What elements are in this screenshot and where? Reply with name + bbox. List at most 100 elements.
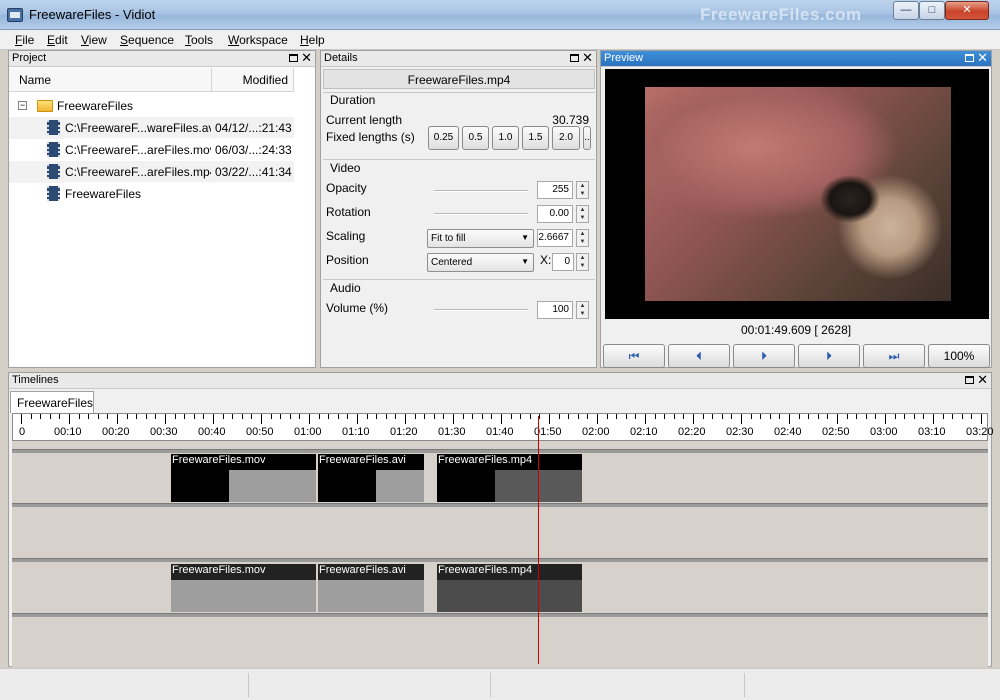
fixed-length-more-button[interactable]: .. [583, 126, 591, 150]
ruler-tick [126, 414, 128, 419]
opacity-stepper[interactable]: ▲ ▼ [576, 181, 589, 199]
next-frame-button[interactable]: ⏵ [798, 344, 860, 368]
close-button[interactable]: ✕ [945, 1, 989, 20]
clip-label: FreewareFiles.mov [172, 454, 266, 466]
close-icon[interactable]: ✕ [301, 50, 312, 66]
opacity-slider[interactable] [434, 190, 528, 192]
ruler-tick [597, 414, 598, 424]
audio-clip[interactable]: FreewareFiles.mp4 [437, 564, 582, 612]
tab-sequence[interactable]: FreewareFiles [10, 391, 94, 413]
tree-file-row[interactable]: C:\FreewareF...areFiles.mp4 03/22/...:41… [9, 161, 295, 183]
ruler-label: 00:30 [150, 426, 178, 438]
tree-file-row[interactable]: C:\FreewareF...areFiles.mov 06/03/...:24… [9, 139, 295, 161]
menu-file[interactable]: File [15, 33, 34, 47]
ruler-tick [712, 414, 714, 419]
position-x-label: X: [540, 253, 552, 267]
ruler-label: 00:20 [102, 426, 130, 438]
rotation-input[interactable]: 0.00 [537, 205, 573, 223]
float-icon[interactable] [570, 54, 579, 62]
ruler-tick [568, 414, 570, 419]
track-divider[interactable] [12, 558, 988, 562]
ruler-label: 01:20 [390, 426, 418, 438]
track-divider[interactable] [12, 449, 988, 453]
ruler-tick [837, 414, 838, 424]
go-to-end-button[interactable]: ⏭ [863, 344, 925, 368]
float-icon[interactable] [965, 54, 974, 62]
ruler-tick [856, 414, 858, 419]
previous-frame-button[interactable]: ⏴ [668, 344, 730, 368]
menu-workspace[interactable]: Workspace [228, 33, 288, 47]
video-clip[interactable]: FreewareFiles.mov [171, 454, 316, 502]
ruler-tick [289, 414, 291, 419]
ruler-label: 02:30 [726, 426, 754, 438]
float-icon[interactable] [965, 376, 974, 384]
menu-edit[interactable]: Edit [47, 33, 68, 47]
ruler-tick [606, 414, 608, 419]
scaling-label: Scaling [326, 229, 366, 243]
column-modified[interactable]: Modified [212, 68, 294, 92]
video-clip[interactable]: FreewareFiles.avi [318, 454, 424, 502]
fixed-length-button[interactable]: 1.0 [492, 126, 519, 150]
ruler-tick [136, 414, 138, 419]
audio-waveform [171, 580, 316, 612]
ruler-tick [923, 414, 925, 419]
ruler-tick [328, 414, 330, 419]
video-preview [605, 69, 989, 319]
tree-sequence-row[interactable]: FreewareFiles [9, 183, 294, 205]
ruler-tick [587, 414, 589, 419]
menu-help[interactable]: Help [300, 33, 325, 47]
position-dropdown[interactable]: Centered ▼ [427, 253, 534, 272]
zoom-button[interactable]: 100% [928, 344, 990, 368]
ruler-tick [501, 414, 502, 424]
go-to-start-button[interactable]: ⏮ [603, 344, 665, 368]
tree-file-row[interactable]: C:\FreewareF...wareFiles.avi 04/12/...:2… [9, 117, 295, 139]
fixed-length-button[interactable]: 1.5 [522, 126, 549, 150]
audio-clip[interactable]: FreewareFiles.avi [318, 564, 424, 612]
maximize-button[interactable]: □ [919, 1, 945, 20]
close-icon[interactable]: ✕ [582, 50, 593, 66]
scaling-selected: Fit to fill [431, 233, 466, 244]
volume-stepper[interactable]: ▲ ▼ [576, 301, 589, 319]
chevron-down-icon: ▼ [521, 257, 529, 266]
track-divider[interactable] [12, 613, 988, 617]
playhead[interactable] [538, 416, 539, 664]
video-clip[interactable]: FreewareFiles.mp4 [437, 454, 582, 502]
opacity-input[interactable]: 255 [537, 181, 573, 199]
minimize-button[interactable]: — [893, 1, 919, 20]
play-button[interactable]: ⏵ [733, 344, 795, 368]
ruler-tick [817, 414, 819, 419]
ruler-tick [673, 414, 675, 419]
ruler-tick [78, 414, 80, 419]
position-x-input[interactable]: 0 [552, 253, 574, 271]
position-x-stepper[interactable]: ▲ ▼ [576, 253, 589, 271]
collapse-icon[interactable]: − [18, 101, 27, 110]
track-divider[interactable] [12, 503, 988, 507]
ruler-tick [261, 414, 262, 424]
fixed-length-button[interactable]: 0.5 [462, 126, 489, 150]
audio-clip[interactable]: FreewareFiles.mov [171, 564, 316, 612]
fixed-length-button[interactable]: 2.0 [552, 126, 580, 150]
ruler-tick [30, 414, 32, 419]
volume-input[interactable]: 100 [537, 301, 573, 319]
tree-folder-row[interactable]: − FreewareFiles [9, 95, 294, 117]
rotation-stepper[interactable]: ▲ ▼ [576, 205, 589, 223]
time-ruler[interactable]: 0 00:10 00:20 00:30 00:40 00:50 01:00 01:10 01:2… [12, 413, 994, 441]
scaling-input[interactable]: 2.6667 [537, 229, 573, 247]
rotation-slider[interactable] [434, 213, 528, 215]
menu-tools[interactable]: Tools [185, 33, 213, 47]
ruler-tick [721, 414, 723, 419]
ruler-tick [193, 414, 195, 419]
float-icon[interactable] [289, 54, 298, 62]
menu-sequence[interactable]: Sequence [120, 33, 174, 47]
scaling-dropdown[interactable]: Fit to fill ▼ [427, 229, 534, 248]
volume-slider[interactable] [434, 309, 528, 311]
column-name[interactable]: Name [9, 68, 212, 92]
scaling-stepper[interactable]: ▲ ▼ [576, 229, 589, 247]
ruler-label: 02:10 [630, 426, 658, 438]
close-icon[interactable]: ✕ [977, 372, 988, 388]
ruler-tick [520, 414, 522, 419]
ruler-tick [222, 414, 224, 419]
fixed-length-button[interactable]: 0.25 [428, 126, 459, 150]
close-icon[interactable]: ✕ [977, 50, 988, 66]
menu-view[interactable]: View [81, 33, 107, 47]
